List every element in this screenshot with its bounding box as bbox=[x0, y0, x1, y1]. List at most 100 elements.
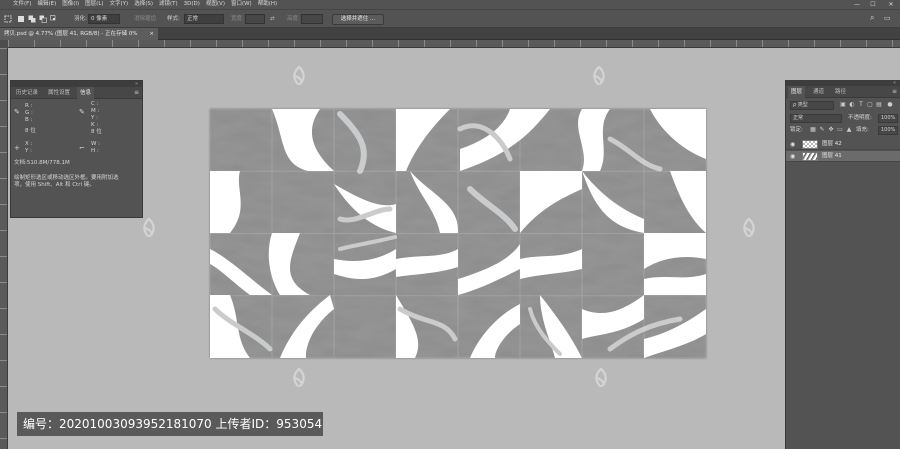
tab-layers[interactable]: 图层 bbox=[788, 86, 806, 98]
cmyk-m-label: M : bbox=[91, 108, 100, 114]
height-readout-label: H : bbox=[91, 148, 99, 154]
visibility-eye-icon[interactable]: ◉ bbox=[790, 153, 797, 160]
lock-position-icon[interactable]: ✥ bbox=[828, 127, 834, 133]
cmyk-c-label: C : bbox=[91, 101, 99, 107]
document-size: 文档:510.8M/778.1M bbox=[14, 160, 70, 166]
height-input[interactable] bbox=[301, 14, 323, 24]
document-canvas[interactable] bbox=[210, 109, 706, 358]
tab-info[interactable]: 信息 bbox=[77, 87, 95, 99]
watermark-leaf-icon bbox=[743, 218, 755, 238]
rgb-g-label: G : bbox=[25, 110, 33, 116]
watermark-leaf-icon bbox=[143, 218, 155, 238]
marble-pattern-artwork bbox=[210, 109, 706, 358]
rgb-b-label: B : bbox=[25, 117, 33, 123]
vertical-ruler bbox=[0, 48, 8, 449]
layer-name: 图层 41 bbox=[822, 153, 842, 159]
rgb-r-label: R : bbox=[25, 103, 33, 109]
visibility-eye-icon[interactable]: ◉ bbox=[790, 141, 797, 148]
watermark-leaf-icon bbox=[293, 368, 305, 388]
subtract-selection-icon[interactable] bbox=[39, 15, 47, 23]
filter-adjustment-icon[interactable]: ◐ bbox=[849, 102, 855, 108]
menu-window[interactable]: 窗口(W) bbox=[228, 0, 255, 9]
photoshop-logo-icon bbox=[0, 0, 10, 9]
panel-menu-icon[interactable]: ≡ bbox=[134, 88, 139, 98]
menu-view[interactable]: 视图(V) bbox=[203, 0, 228, 9]
blend-row: 正常 不透明度: 100% bbox=[786, 113, 900, 124]
layer-thumbnail bbox=[802, 152, 818, 161]
layers-panel-tabs: 图层 通道 路径 ≡ bbox=[786, 86, 900, 98]
x-coordinate-label: X : bbox=[25, 141, 33, 147]
watermark-leaf-icon bbox=[595, 368, 607, 388]
intersect-selection-icon[interactable] bbox=[50, 15, 58, 23]
opacity-label: 不透明度: bbox=[848, 115, 872, 121]
document-title: 拷贝.psd @ 4.77% (图层 41, RGB/8) - 正在存储 0% bbox=[4, 31, 138, 37]
menu-layer[interactable]: 图层(L) bbox=[82, 0, 106, 9]
marquee-tool-icon[interactable] bbox=[4, 15, 12, 23]
horizontal-ruler bbox=[8, 40, 900, 48]
tab-paths[interactable]: 路径 bbox=[832, 86, 849, 98]
tab-channels[interactable]: 通道 bbox=[810, 86, 827, 98]
fill-label: 填充: bbox=[856, 127, 869, 133]
cmyk-k-label: K : bbox=[91, 122, 99, 128]
menu-3d[interactable]: 3D(D) bbox=[181, 0, 203, 9]
feather-label: 羽化: bbox=[74, 16, 87, 22]
filter-shape-icon[interactable]: ▢ bbox=[867, 102, 873, 108]
select-and-mask-button[interactable]: 选择并遮住 ... bbox=[332, 14, 384, 25]
filter-smart-object-icon[interactable]: ▤ bbox=[876, 102, 882, 108]
add-to-selection-icon[interactable] bbox=[28, 15, 36, 23]
menu-file[interactable]: 文件(F) bbox=[10, 0, 34, 9]
lock-artboard-icon[interactable]: ▭ bbox=[837, 127, 843, 133]
new-selection-icon[interactable] bbox=[17, 15, 25, 23]
tool-hint-line1: 绘制矩形选区或移动选区外框。要用附加选 bbox=[14, 175, 119, 181]
blend-mode-select[interactable]: 正常 bbox=[790, 114, 842, 123]
lock-label: 锁定: bbox=[790, 127, 803, 133]
close-tab-icon[interactable]: × bbox=[149, 28, 154, 40]
eyedropper-icon[interactable]: ✎ bbox=[14, 108, 20, 116]
eyedropper-cmyk-icon[interactable]: ✎ bbox=[79, 108, 85, 116]
tab-properties[interactable]: 属性设置 bbox=[45, 87, 73, 99]
menu-filter[interactable]: 滤镜(T) bbox=[156, 0, 181, 9]
layer-kind-filter[interactable]: ρ 类型 bbox=[790, 101, 834, 110]
info-panel-tabs: 历史记录 属性设置 信息 ≡ bbox=[11, 87, 142, 99]
info-panel: » 历史记录 属性设置 信息 ≡ ✎ R : G : B : 8 位 ✎ C :… bbox=[10, 80, 143, 218]
lock-all-icon[interactable]: ▲ bbox=[846, 127, 852, 133]
height-label: 高度: bbox=[287, 16, 300, 22]
opacity-input[interactable]: 100% bbox=[878, 114, 898, 123]
close-window-button[interactable]: ✕ bbox=[884, 0, 898, 9]
menu-image[interactable]: 图像(I) bbox=[59, 0, 82, 9]
crosshair-icon: + bbox=[14, 144, 20, 152]
layer-thumbnail bbox=[802, 140, 818, 149]
menu-help[interactable]: 帮助(H) bbox=[255, 0, 280, 9]
menu-bar: 文件(F) 编辑(E) 图像(I) 图层(L) 文字(Y) 选择(S) 滤镜(T… bbox=[0, 0, 900, 9]
lock-transparency-icon[interactable]: ▦ bbox=[810, 127, 816, 133]
watermark-caption: 编号：20201003093952181070 上传者ID：953054 bbox=[17, 412, 323, 436]
document-tab[interactable]: 拷贝.psd @ 4.77% (图层 41, RGB/8) - 正在存储 0% … bbox=[0, 28, 158, 40]
fill-input[interactable]: 100% bbox=[878, 126, 898, 135]
minimize-button[interactable]: — bbox=[850, 0, 864, 9]
selection-size-icon: ⌐ bbox=[79, 144, 85, 152]
watermark-leaf-icon bbox=[593, 66, 605, 86]
cmyk-y-label: Y : bbox=[91, 115, 98, 121]
width-input[interactable] bbox=[245, 14, 265, 24]
filter-type-icon[interactable]: T bbox=[858, 102, 864, 108]
filter-pixel-icon[interactable]: ▣ bbox=[840, 102, 846, 108]
maximize-button[interactable]: ☐ bbox=[866, 0, 880, 9]
workspace-icon[interactable]: ▭ bbox=[884, 14, 891, 23]
antialias-checkbox[interactable]: 消除锯齿 bbox=[134, 15, 156, 24]
layers-panel: « 图层 通道 路径 ≡ ρ 类型 ▣ ◐ T ▢ ▤ ● 正常 不透明度: 1… bbox=[785, 80, 900, 449]
swap-dimensions-icon[interactable]: ⇄ bbox=[270, 15, 275, 24]
menu-edit[interactable]: 编辑(E) bbox=[34, 0, 59, 9]
ruler-corner bbox=[0, 40, 8, 48]
menu-select[interactable]: 选择(S) bbox=[131, 0, 156, 9]
layer-row[interactable]: ◉ 图层 42 bbox=[786, 139, 900, 150]
feather-input[interactable]: 0 像素 bbox=[88, 14, 120, 24]
panel-menu-icon[interactable]: ≡ bbox=[892, 87, 897, 97]
filter-toggle-icon[interactable]: ● bbox=[887, 102, 893, 108]
search-icon[interactable]: ⌕ bbox=[870, 13, 874, 22]
tab-history[interactable]: 历史记录 bbox=[13, 87, 41, 99]
layer-name: 图层 42 bbox=[822, 141, 842, 147]
layer-row[interactable]: ◉ 图层 41 bbox=[786, 151, 900, 162]
menu-type[interactable]: 文字(Y) bbox=[107, 0, 132, 9]
lock-image-icon[interactable]: ✎ bbox=[819, 127, 825, 133]
style-select[interactable]: 正常 bbox=[184, 14, 224, 24]
